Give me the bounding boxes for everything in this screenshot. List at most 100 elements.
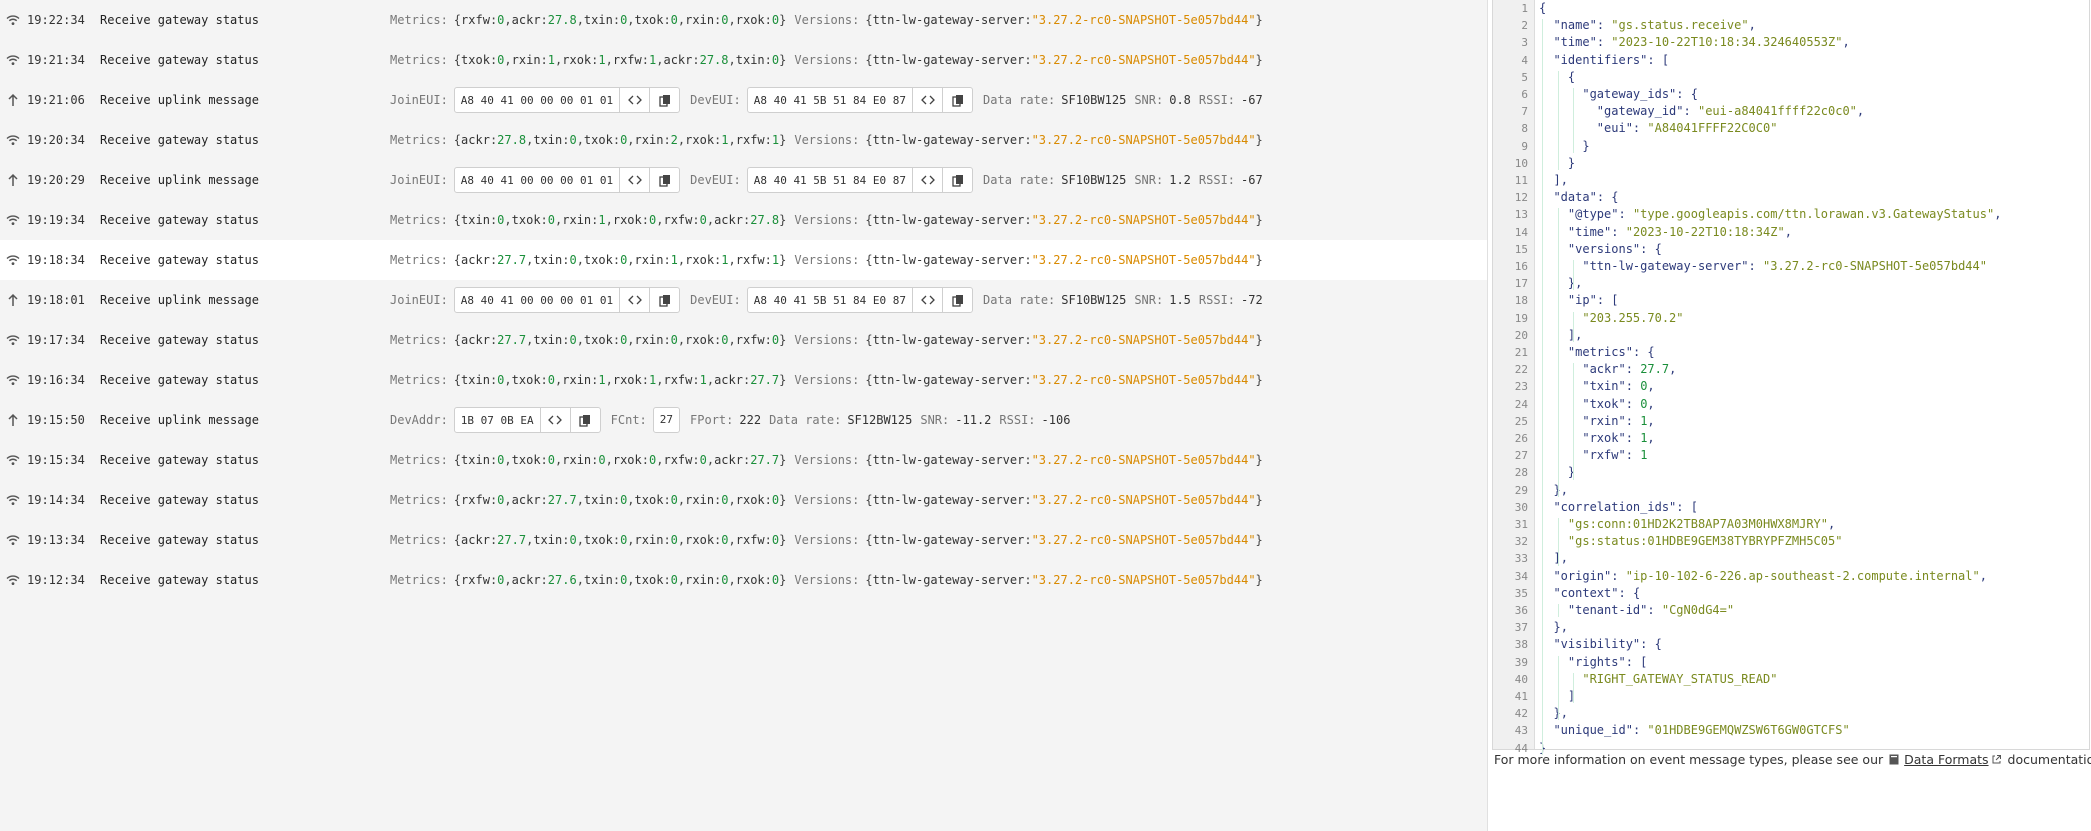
colon: :	[641, 213, 649, 227]
data-rate-label: Data rate:	[983, 93, 1056, 107]
versions-label: Versions:	[794, 213, 860, 227]
event-time: 19:15:34	[27, 453, 85, 467]
line-number: 12	[1514, 191, 1528, 205]
event-row[interactable]: 19:17:34 Receive gateway status Metrics:{ …	[0, 320, 1487, 360]
line-number: 6	[1521, 88, 1528, 101]
line-number: 11	[1514, 174, 1528, 187]
metric-value: 27.7	[750, 373, 780, 387]
event-row[interactable]: 19:20:29 Receive uplink message JoinEUI: A8…	[0, 160, 1487, 200]
colon: :	[714, 133, 722, 147]
line-number: 23	[1514, 380, 1528, 394]
line-number: 27	[1514, 449, 1528, 463]
metric-key: ackr	[714, 373, 743, 387]
line-number: 25	[1514, 414, 1528, 428]
separator: ,	[526, 333, 534, 347]
code-toggle-button[interactable]	[912, 288, 942, 312]
brace: {	[865, 573, 873, 587]
colon: :	[1024, 253, 1032, 267]
rssi-label: RSSI:	[1198, 93, 1236, 107]
metric-key: rxin	[685, 493, 715, 507]
brace: {	[453, 13, 462, 27]
event-row[interactable]: 19:21:06 Receive uplink message JoinEUI: A8…	[0, 80, 1487, 120]
copy-button[interactable]	[942, 288, 972, 312]
snr-value: 1.2	[1169, 173, 1191, 187]
event-details: Metrics:{ ackr: 27.8, txin: 0, txok: 0, …	[390, 133, 1263, 147]
json-line: },	[1567, 276, 1583, 291]
metric-value: 0	[771, 533, 780, 547]
code-toggle-button[interactable]	[912, 168, 942, 192]
colon: :	[714, 533, 722, 547]
more-info-text: For more information on event message ty…	[1494, 752, 2091, 767]
event-row[interactable]: 19:15:34 Receive gateway status Metrics: { …	[0, 440, 1487, 480]
metric-key: txin	[533, 333, 563, 347]
rssi-value: -106	[1041, 413, 1071, 427]
metric-value: 0	[497, 53, 505, 67]
versions-label: Versions:	[794, 493, 860, 507]
json-line: "rxfw": 1	[1582, 448, 1648, 463]
metrics-label: Metrics:	[390, 533, 448, 547]
fcnt-label: FCnt:	[610, 413, 647, 427]
event-row[interactable]: 19:18:34 Receive gateway status Metrics:{ …	[0, 240, 1487, 280]
event-row[interactable]: 19:18:01 Receive uplink message JoinEUI: A8…	[0, 280, 1487, 320]
code-toggle-button[interactable]	[619, 288, 649, 312]
rssi-label: RSSI:	[1198, 173, 1236, 187]
colon: :	[1024, 133, 1032, 147]
metric-value: 0	[620, 13, 628, 27]
json-line: ],	[1553, 551, 1568, 566]
separator: ,	[504, 493, 512, 507]
event-row[interactable]: 19:20:34 Receive gateway status Metrics:{ …	[0, 120, 1487, 160]
code-toggle-button[interactable]	[912, 88, 942, 112]
code-toggle-button[interactable]	[619, 88, 649, 112]
join-eui-field-value: A8 40 41 00 00 00 01 01	[460, 293, 614, 307]
brace: }	[779, 493, 787, 507]
separator: ,	[656, 213, 664, 227]
snr-value: 0.8	[1169, 93, 1191, 107]
version-value: "3.27.2-rc0-SNAPSHOT-5e057bd44"	[1031, 53, 1256, 67]
separator: ,	[627, 253, 635, 267]
event-row[interactable]: 19:13:34 Receive gateway status Metrics:{ …	[0, 520, 1487, 560]
version-value: "3.27.2-rc0-SNAPSHOT-5e057bd44"	[1031, 333, 1256, 347]
versions-label: Versions:	[794, 453, 860, 467]
event-row[interactable]: 19:15:50 Receive uplink message DevAddr: 1B…	[0, 400, 1487, 440]
line-number: 9	[1521, 139, 1528, 153]
code-toggle-button[interactable]	[619, 168, 649, 192]
version-value: "3.27.2-rc0-SNAPSHOT-5e057bd44"	[1031, 533, 1256, 547]
dev-addr-field-value: 1B 07 0B EA	[460, 413, 534, 427]
brace: {	[453, 333, 462, 347]
event-row[interactable]: 19:12:34 Receive gateway status Metrics:{ …	[0, 560, 1487, 600]
metric-value: 2	[670, 133, 678, 147]
event-row[interactable]: 19:16:34 Receive gateway status Metrics: { …	[0, 360, 1487, 400]
brace: }	[1255, 453, 1263, 467]
event-row[interactable]: 19:22:34 Receive gateway status Metrics:{ …	[0, 0, 1487, 40]
event-row[interactable]: 19:21:34 Receive gateway status Metrics: { …	[0, 40, 1487, 80]
copy-button[interactable]	[942, 168, 972, 192]
metric-value: 0	[497, 573, 505, 587]
colon: :	[764, 533, 772, 547]
line-number: 33	[1514, 552, 1528, 566]
json-line: "rxok": 1,	[1582, 431, 1655, 445]
copy-icon	[658, 294, 670, 307]
copy-button[interactable]	[649, 288, 679, 312]
separator: ,	[677, 333, 686, 347]
code-toggle-button[interactable]	[539, 408, 570, 432]
copy-button[interactable]	[649, 88, 679, 112]
copy-button[interactable]	[569, 408, 600, 432]
copy-button[interactable]	[649, 168, 679, 192]
metric-value: 0	[699, 453, 707, 467]
colon: :	[489, 333, 498, 347]
data-formats-link[interactable]: Data Formats	[1904, 752, 1988, 767]
metric-key: rxfw	[663, 213, 693, 227]
event-row[interactable]: 19:19:34 Receive gateway status Metrics: { …	[0, 200, 1487, 240]
brace: }	[1255, 213, 1263, 227]
rssi-value: -67	[1241, 93, 1263, 107]
json-line: ],	[1567, 327, 1583, 342]
metric-value: 1	[649, 53, 657, 67]
copy-button[interactable]	[942, 88, 972, 112]
event-row[interactable]: 19:14:34 Receive gateway status Metrics:{ …	[0, 480, 1487, 520]
metric-key: rxok	[612, 373, 642, 387]
join-eui-field: A8 40 41 00 00 00 01 01	[453, 87, 681, 113]
version-key: ttn-lw-gateway-server	[872, 13, 1025, 27]
metric-value: 27.8	[750, 213, 780, 227]
line-number: 26	[1514, 432, 1528, 445]
json-line: },	[1553, 620, 1568, 635]
